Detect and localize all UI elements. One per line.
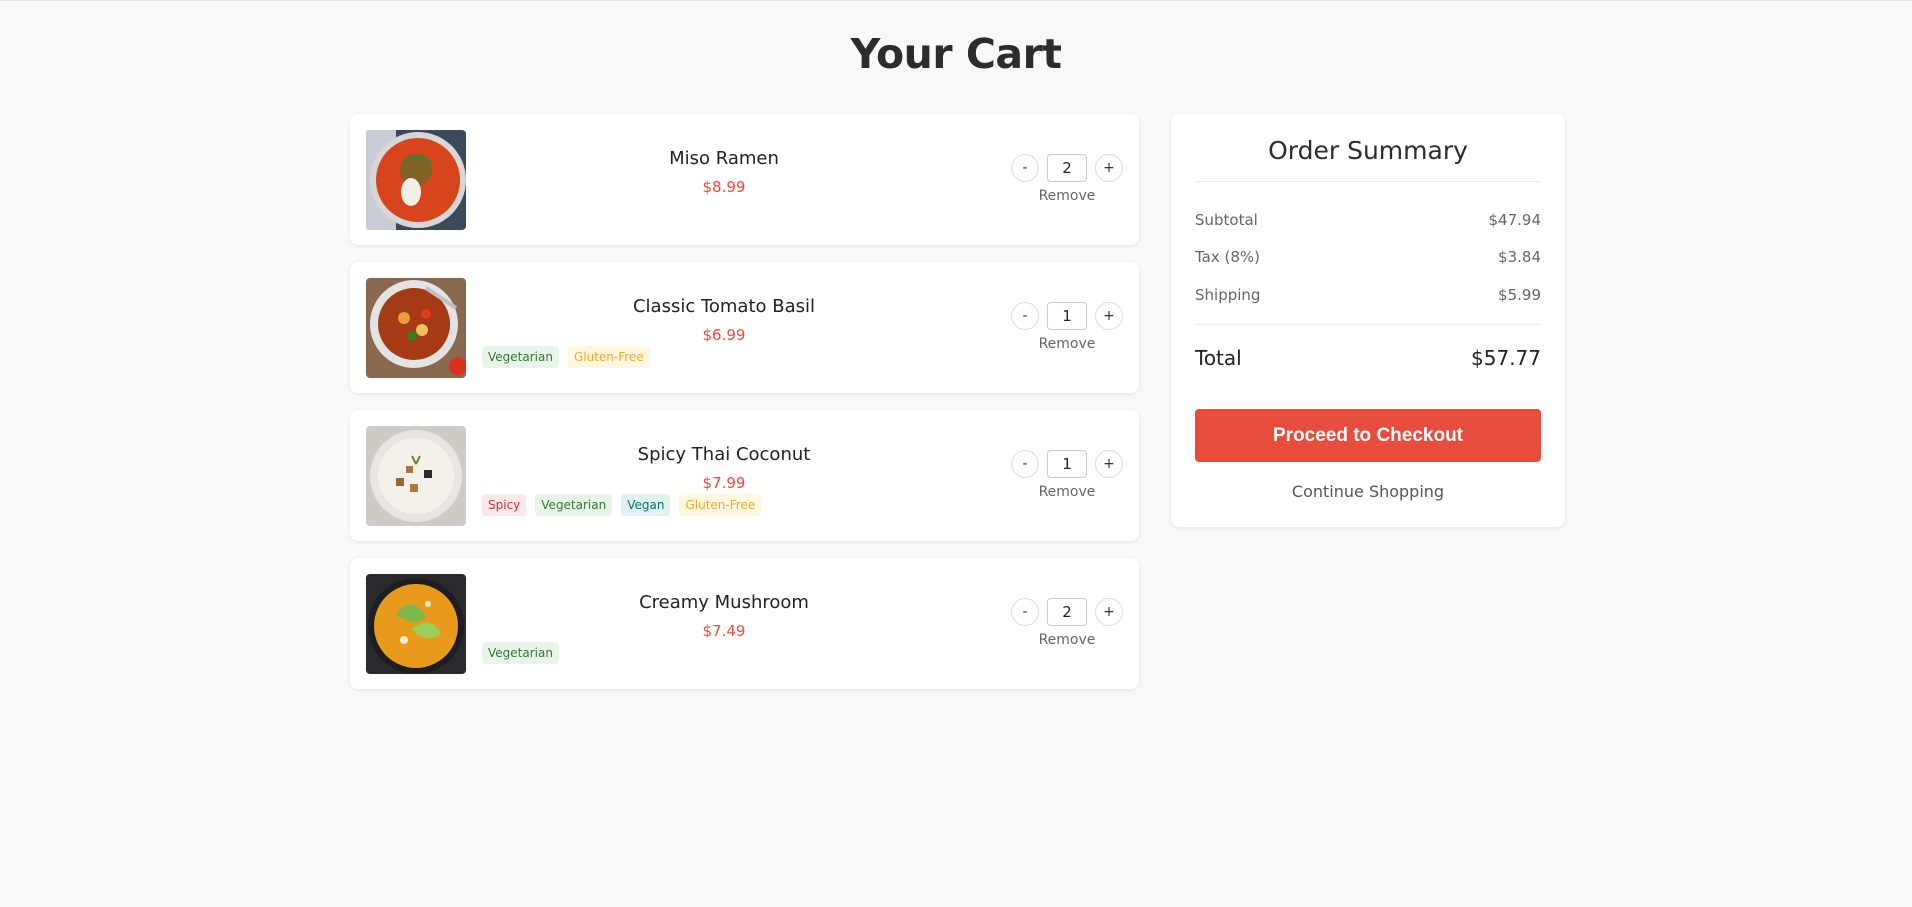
tag-gluten-free: Gluten-Free — [679, 494, 762, 516]
item-price: $6.99 — [702, 326, 746, 344]
cart-item: Spicy Thai Coconut $7.99 Spicy Vegetaria… — [350, 410, 1139, 541]
decrement-button[interactable]: - — [1011, 450, 1039, 478]
quantity-stepper: - + — [1011, 154, 1123, 182]
cart-item: Creamy Mushroom $7.49 Vegetarian - + Rem… — [350, 558, 1139, 689]
increment-button[interactable]: + — [1095, 154, 1123, 182]
cart-item: Miso Ramen $8.99 - + Remove — [350, 114, 1139, 245]
quantity-stepper: - + — [1011, 302, 1123, 330]
item-info: Creamy Mushroom $7.49 Vegetarian — [482, 558, 966, 689]
cart-item: Classic Tomato Basil $6.99 Vegetarian Gl… — [350, 262, 1139, 393]
vegetable-soup-bowl-image — [366, 278, 466, 378]
tag-gluten-free: Gluten-Free — [567, 346, 650, 368]
quantity-input[interactable] — [1047, 154, 1087, 182]
quantity-input[interactable] — [1047, 598, 1087, 626]
subtotal-label: Subtotal — [1195, 211, 1258, 229]
quantity-stepper: - + — [1011, 598, 1123, 626]
item-price: $7.49 — [702, 622, 746, 640]
increment-button[interactable]: + — [1095, 598, 1123, 626]
quantity-stepper: - + — [1011, 450, 1123, 478]
checkout-button[interactable]: Proceed to Checkout — [1195, 409, 1541, 462]
remove-button[interactable]: Remove — [1011, 188, 1123, 204]
cart-items-list: Miso Ramen $8.99 - + Remove — [350, 114, 1139, 706]
total-label: Total — [1195, 346, 1242, 370]
quantity-input[interactable] — [1047, 450, 1087, 478]
item-tags: Vegetarian Gluten-Free — [482, 346, 650, 368]
order-summary-title: Order Summary — [1268, 136, 1468, 165]
tax-label: Tax (8%) — [1195, 248, 1261, 266]
divider — [1195, 181, 1541, 182]
squash-soup-bowl-image — [366, 574, 466, 674]
shipping-label: Shipping — [1195, 286, 1261, 304]
item-name: Creamy Mushroom — [639, 592, 809, 613]
tag-vegetarian: Vegetarian — [482, 346, 559, 368]
item-name: Classic Tomato Basil — [632, 296, 816, 317]
tag-vegetarian: Vegetarian — [535, 494, 613, 516]
quantity-input[interactable] — [1047, 302, 1087, 330]
page-title: Your Cart — [850, 30, 1062, 78]
tomato-soup-bowl-image — [366, 130, 466, 230]
item-name: Spicy Thai Coconut — [637, 444, 811, 465]
tag-vegetarian: Vegetarian — [482, 642, 559, 664]
remove-button[interactable]: Remove — [1011, 484, 1123, 500]
divider — [1195, 324, 1541, 325]
decrement-button[interactable]: - — [1011, 302, 1039, 330]
tag-vegan: Vegan — [621, 494, 671, 516]
shipping-value: $5.99 — [1498, 286, 1541, 304]
decrement-button[interactable]: - — [1011, 154, 1039, 182]
item-price: $8.99 — [702, 178, 746, 196]
item-tags: Vegetarian — [482, 642, 559, 664]
tag-spicy: Spicy — [482, 494, 527, 516]
cream-soup-bowl-image — [366, 426, 466, 526]
item-price: $7.99 — [702, 474, 746, 492]
item-name: Miso Ramen — [669, 148, 779, 169]
item-tags: Spicy Vegetarian Vegan Gluten-Free — [482, 494, 762, 516]
remove-button[interactable]: Remove — [1011, 632, 1123, 648]
item-info: Miso Ramen $8.99 — [482, 114, 966, 245]
tax-value: $3.84 — [1498, 248, 1541, 266]
increment-button[interactable]: + — [1095, 450, 1123, 478]
subtotal-value: $47.94 — [1488, 211, 1542, 229]
continue-shopping-link[interactable]: Continue Shopping — [1195, 482, 1541, 501]
total-value: $57.77 — [1471, 346, 1541, 370]
remove-button[interactable]: Remove — [1011, 336, 1123, 352]
increment-button[interactable]: + — [1095, 302, 1123, 330]
decrement-button[interactable]: - — [1011, 598, 1039, 626]
item-info: Spicy Thai Coconut $7.99 Spicy Vegetaria… — [482, 410, 966, 541]
top-border — [0, 0, 1912, 1]
item-info: Classic Tomato Basil $6.99 Vegetarian Gl… — [482, 262, 966, 393]
order-summary-panel: Order Summary Subtotal $47.94 Tax (8%) $… — [1171, 114, 1565, 527]
